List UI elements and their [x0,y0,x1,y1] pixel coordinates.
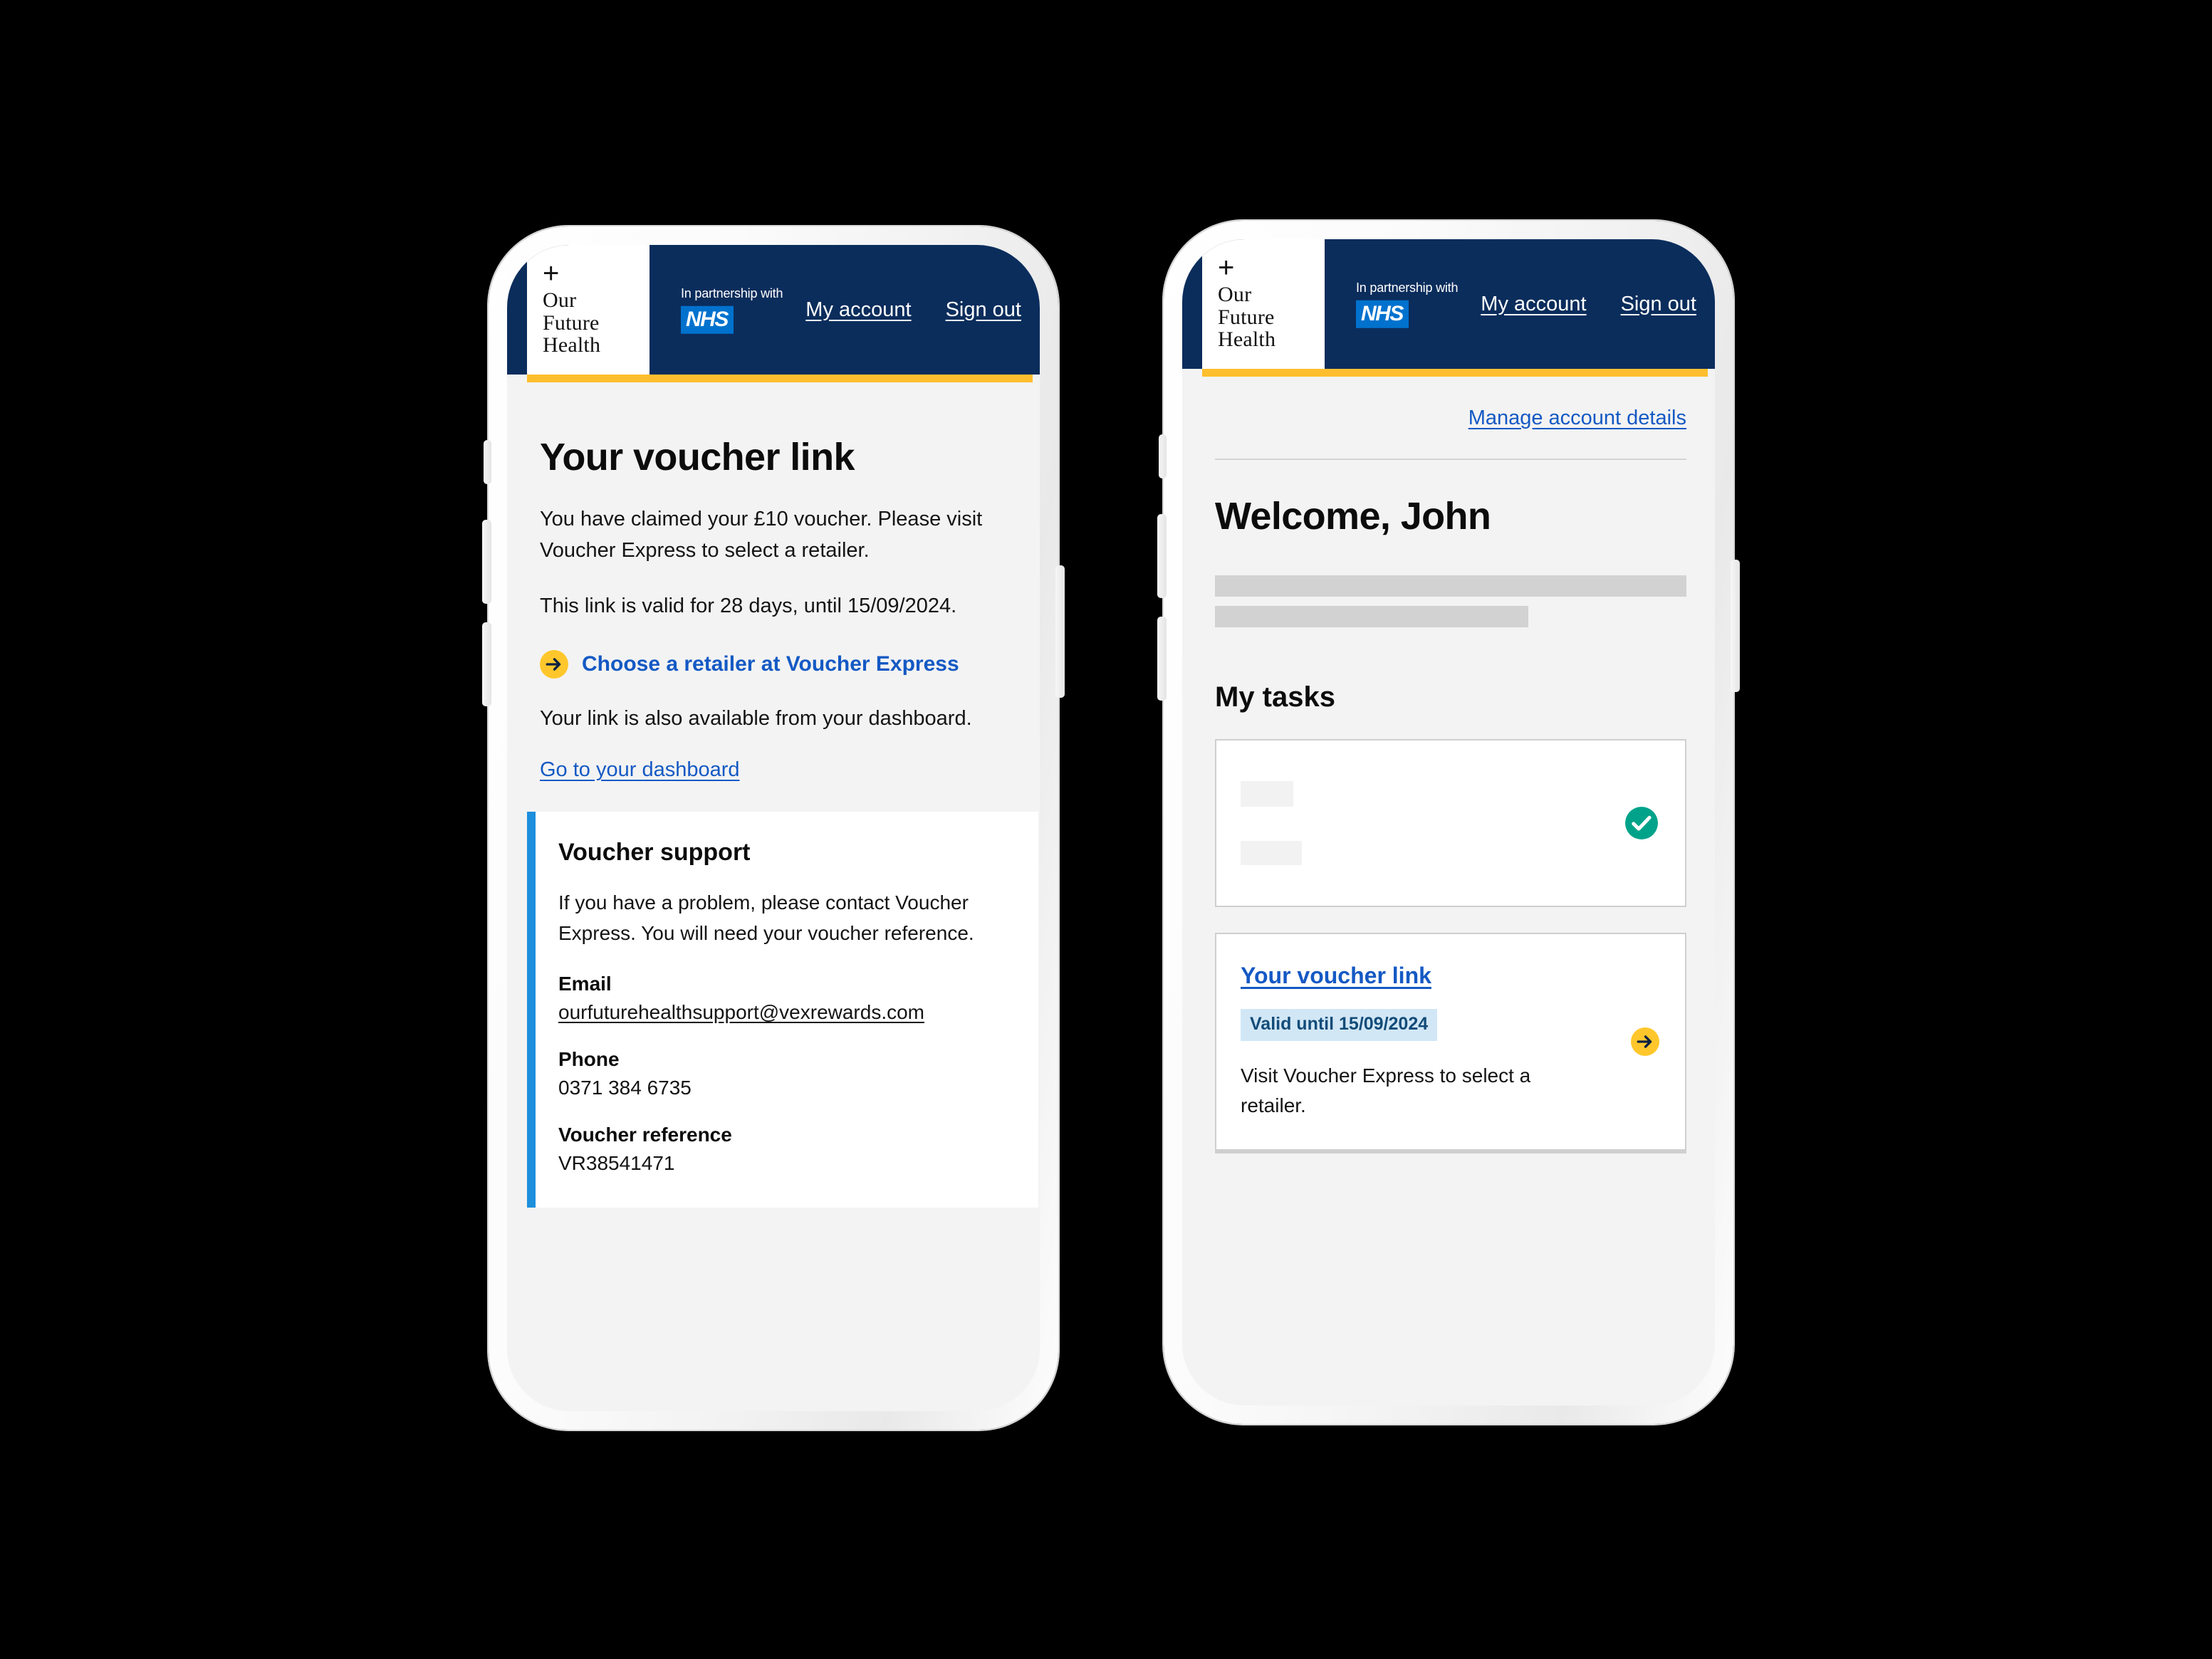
voucher-task-description: Visit Voucher Express to select a retail… [1241,1064,1531,1116]
site-header: + Our Future Health In partnership with … [1182,239,1715,369]
nhs-logo: NHS [681,305,734,334]
volume-down-button[interactable] [482,622,491,706]
header-nav-links: My account Sign out [805,298,1021,322]
sign-out-link[interactable]: Sign out [946,298,1021,322]
task-card-completed[interactable] [1215,739,1686,907]
email-label: Email [558,973,612,995]
phone-device-voucher-page: + Our Future Health In partnership with … [482,226,1065,1430]
logo-line-our: Our [1218,282,1252,306]
plus-icon: + [1218,251,1235,283]
silence-switch[interactable] [484,440,491,484]
our-future-health-logo[interactable]: + Our Future Health [527,245,649,375]
partnership-caption: In partnership with [681,286,783,300]
my-account-link[interactable]: My account [1481,293,1586,316]
volume-up-button[interactable] [482,520,491,604]
manage-account-row: Manage account details [1215,377,1686,430]
welcome-heading: Welcome, John [1215,495,1491,538]
voucher-support-panel: Voucher support If you have a problem, p… [527,812,1038,1208]
support-email-link[interactable]: ourfuturehealthsupport@vexrewards.com [558,1001,1014,1024]
valid-until-badge: Valid until 15/09/2024 [1241,1009,1438,1041]
dashboard-note-text: Your link is also available from your da… [540,707,972,731]
logo-line-our: Our [543,288,577,312]
yellow-accent-bar [527,375,1033,382]
email-field-group: Email ourfuturehealthsupport@vexrewards.… [558,973,1014,1024]
our-future-health-logo[interactable]: + Our Future Health [1202,239,1325,369]
volume-down-button[interactable] [1157,617,1167,701]
arrow-right-icon[interactable] [1631,1027,1659,1056]
redacted-task-content [1241,781,1302,865]
page-title: Your voucher link [540,436,855,478]
partnership-caption: In partnership with [1356,280,1459,295]
silence-switch[interactable] [1159,434,1167,478]
logo-line-future: Future [1218,305,1275,329]
go-to-dashboard-link[interactable]: Go to your dashboard [540,758,740,782]
redacted-text-line-1 [1215,575,1686,597]
logo-line-health: Health [543,333,601,357]
nhs-partnership-block: In partnership with NHS [681,286,783,334]
voucher-support-title: Voucher support [558,839,751,867]
nhs-partnership-block: In partnership with NHS [1356,281,1458,328]
volume-up-button[interactable] [1157,514,1167,598]
my-tasks-heading: My tasks [1215,681,1335,713]
dashboard-page-body: Manage account details Welcome, John My … [1182,377,1715,1406]
phone-device-dashboard-page: + Our Future Health In partnership with … [1157,221,1740,1424]
voucher-validity-text: This link is valid for 28 days, until 15… [540,595,957,618]
phone-field-group: Phone 0371 384 6735 [558,1048,1014,1099]
header-nav-links: My account Sign out [1481,293,1696,316]
voucher-reference-label: Voucher reference [558,1124,732,1146]
plus-icon: + [543,257,560,289]
phone-screen-dashboard-page: + Our Future Health In partnership with … [1182,239,1715,1406]
logo-line-health: Health [1218,328,1276,352]
header-right-area: In partnership with NHS My account Sign … [649,245,1040,375]
choose-retailer-label: Choose a retailer at Voucher Express [582,652,959,676]
manage-account-details-link[interactable]: Manage account details [1468,407,1686,430]
phone-screen-voucher-page: + Our Future Health In partnership with … [507,245,1040,1411]
redacted-text-line-2 [1215,606,1529,627]
nhs-logo: NHS [1356,300,1409,328]
my-account-link[interactable]: My account [805,298,911,322]
voucher-intro-text: You have claimed your £10 voucher. Pleas… [540,508,983,562]
redacted-task-subtitle [1241,841,1302,865]
header-right-area: In partnership with NHS My account Sign … [1325,239,1715,369]
phone-label: Phone [558,1048,620,1071]
voucher-support-text: If you have a problem, please contact Vo… [558,891,974,944]
voucher-page-body: Your voucher link You have claimed your … [507,382,1040,1411]
voucher-reference-value: VR38541471 [558,1152,675,1175]
voucher-reference-field-group: Voucher reference VR38541471 [558,1124,1014,1175]
arrow-right-icon [540,650,568,679]
voucher-link-title[interactable]: Your voucher link [1241,963,1431,989]
power-button[interactable] [1731,560,1740,692]
logo-line-future: Future [543,310,600,335]
task-card-voucher-link[interactable]: Your voucher link Valid until 15/09/2024… [1215,933,1686,1153]
site-header: + Our Future Health In partnership with … [507,245,1040,375]
choose-retailer-link[interactable]: Choose a retailer at Voucher Express [540,650,1011,679]
yellow-accent-bar [1202,369,1708,377]
header-divider [1215,459,1686,460]
check-circle-icon [1624,805,1659,841]
redacted-task-title [1241,781,1293,807]
sign-out-link[interactable]: Sign out [1621,293,1696,316]
power-button[interactable] [1055,565,1065,698]
support-phone-value: 0371 384 6735 [558,1077,692,1099]
